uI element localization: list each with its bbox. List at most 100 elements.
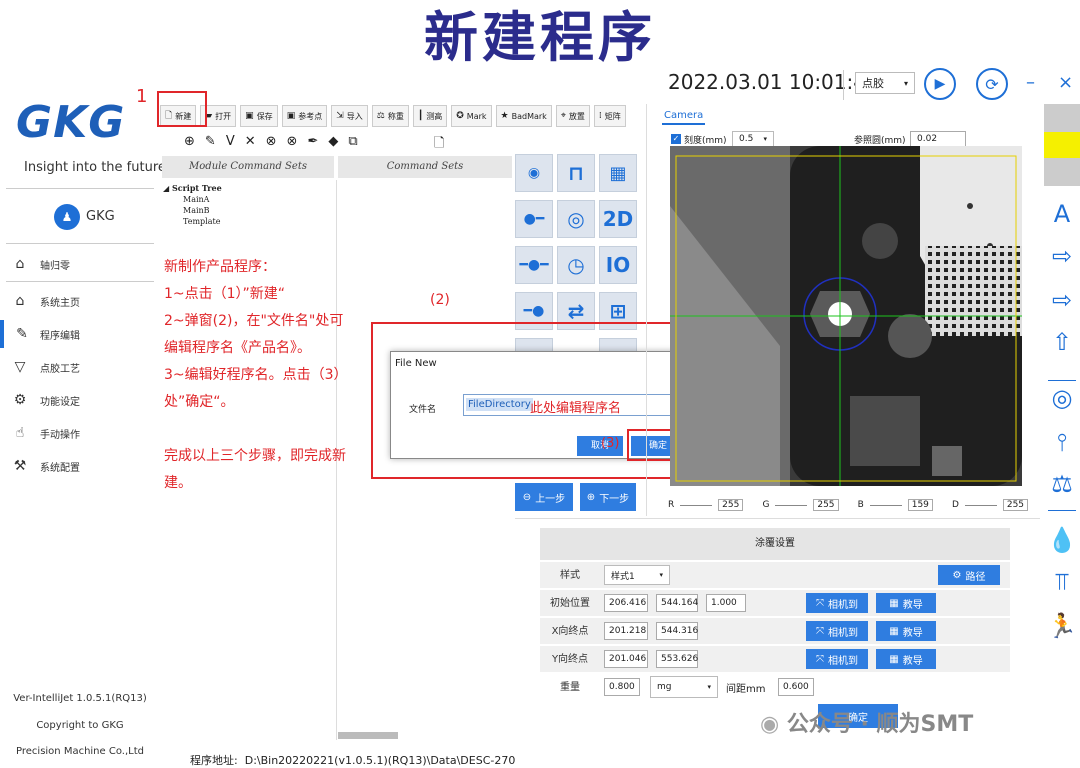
eraser-icon[interactable]: ◆ [328,134,338,149]
r-value[interactable]: 255 [718,499,744,511]
close-button[interactable]: × [1058,72,1073,93]
nav-item-system-home[interactable]: ⌂ 系统主页 [0,287,156,315]
nav-item-program-edit[interactable]: ✎ 程序编辑 [0,320,156,348]
style-select[interactable]: 样式1 ▾ [604,565,670,585]
g-value[interactable]: 255 [813,499,839,511]
prev-step-label: 上一步 [535,493,566,505]
nozzle-icon[interactable]: ⫯ [1044,428,1080,456]
teach-button[interactable]: ▦ 教导 [876,593,936,613]
mode-select[interactable]: 点胶 ▾ [855,72,915,94]
style-row: 样式 样式1 ▾ ⚙ 路径 [540,562,1010,589]
cross-icon[interactable]: ✕ [245,134,256,149]
x-end-x-value[interactable]: 201.218 [604,622,648,640]
document-icon[interactable]: 🗋 [434,134,444,156]
path-button[interactable]: ⚙ 路径 [938,565,1000,585]
text-icon[interactable]: A [1044,200,1080,228]
tree-item-mainb[interactable]: MainB [163,205,222,216]
tree-item-maina[interactable]: MainA [163,194,222,205]
minimize-button[interactable]: – [1026,72,1035,93]
nav-item-axis-home[interactable]: ⌂ 轴归零 [0,250,156,278]
b-slider[interactable] [869,504,902,506]
program-path: 程序地址: D:\Bin20220221(v1.0.5.1)(RQ13)\Dat… [190,752,515,768]
gap-value[interactable]: 0.600 [778,678,814,696]
x-end-y-value[interactable]: 544.316 [656,622,698,640]
add-icon[interactable]: ⊕ [184,134,195,149]
unit-select[interactable]: mg ▾ [650,676,718,698]
line-start-command-button[interactable]: ●━ [515,200,553,238]
teach-button[interactable]: ▦ 教导 [876,621,936,641]
weight-value[interactable]: 0.800 [604,678,640,696]
camera-to-button[interactable]: ⤧ 相机到 [806,649,868,669]
camera-view[interactable] [670,146,1022,486]
start-y-value[interactable]: 544.164 [656,594,698,612]
y-end-x-value[interactable]: 201.046 [604,650,648,668]
next-step-button[interactable]: ⊕ 下一步 [580,483,636,511]
arrow-right-icon[interactable]: ⇨ [1044,242,1080,270]
filename-value: FileDirectory [466,398,533,411]
io-command-button[interactable]: IO [599,246,637,284]
import-button[interactable]: ⇲ 导入 [331,105,368,127]
line-mid-command-button[interactable]: ━●━ [515,246,553,284]
play-button[interactable]: ▶ [924,68,956,100]
runner-icon[interactable]: 🏃 [1044,612,1080,640]
r-slider[interactable] [680,504,713,506]
home-icon: ⌂ [15,256,25,272]
y-end-y-value[interactable]: 553.626 [656,650,698,668]
weigh-button[interactable]: ⚖ 称重 [371,105,409,127]
arrow-up-icon[interactable]: ⇧ [1044,328,1080,356]
nav-item-function-settings[interactable]: ⚙ 功能设定 [0,386,156,414]
badmark-label: BadMark [511,111,547,121]
annotation-line: 1~点击（1）”新建“ [164,286,286,302]
line-command-button[interactable]: ⊓ [557,154,595,192]
tree-item-template[interactable]: Template [163,216,222,227]
place-button[interactable]: ⌖ 放置 [555,105,590,127]
pen-icon[interactable]: ✒ [307,134,318,149]
scrollbar[interactable] [338,732,398,739]
camera-to-button[interactable]: ⤧ 相机到 [806,621,868,641]
scale-select[interactable]: 0.5 ▾ [732,131,774,147]
start-z-value[interactable]: 1.000 [706,594,746,612]
prev-step-button[interactable]: ⊖ 上一步 [515,483,573,511]
play-icon: ▶ [934,76,946,92]
edit-icon[interactable]: ✎ [205,134,216,149]
target-icon[interactable]: ◎ [1044,384,1080,412]
dispense-icon[interactable]: ⫪ [1044,568,1080,596]
g-slider[interactable] [775,504,808,506]
camera-to-button[interactable]: ⤧ 相机到 [806,593,868,613]
reference-point-button[interactable]: ▣ 参考点 [281,105,328,127]
status-indicator [1044,104,1080,132]
matrix-button[interactable]: ⁞ 矩阵 [593,105,626,127]
b-value[interactable]: 159 [907,499,933,511]
start-x-value[interactable]: 206.416 [604,594,648,612]
copy-icon[interactable]: ⧉ [348,134,357,149]
nav-item-manual-operation[interactable]: ☝ 手动操作 [0,419,156,447]
nav-item-dispense-process[interactable]: ▽ 点胶工艺 [0,353,156,381]
mark-button[interactable]: ✪ Mark [451,105,492,127]
d-value[interactable]: 255 [1002,499,1029,511]
badmark-button[interactable]: ★ BadMark [495,105,552,127]
place-icon: ⌖ [560,111,566,121]
d-slider[interactable] [964,504,997,506]
timer-command-button[interactable]: ◷ [557,246,595,284]
2d-code-command-button[interactable]: 2D [599,200,637,238]
path-label: 路径 [965,571,986,583]
reset-button[interactable]: ⟳ [976,68,1008,100]
move-down-icon[interactable]: ⊗ [287,134,298,149]
height-measure-button[interactable]: ┃ 测高 [412,105,448,127]
move-up-icon[interactable]: ⊗ [266,134,277,149]
tree-root[interactable]: ◢ Script Tree [163,183,222,194]
circle-command-button[interactable]: ◎ [557,200,595,238]
arrow-right-outline-icon[interactable]: ⇨ [1044,286,1080,314]
balance-icon[interactable]: ⚖ [1044,470,1080,498]
save-button[interactable]: ▣ 保存 [240,105,278,127]
check-icon[interactable]: V [226,134,235,149]
scale-checkbox[interactable]: ✓ [671,134,681,144]
teach-label: 教导 [902,599,923,611]
tab-camera[interactable]: Camera [662,110,706,125]
nav-item-system-config[interactable]: ⚒ 系统配置 [0,452,156,480]
qr-command-button[interactable]: ▦ [599,154,637,192]
droplet-icon[interactable]: 💧 [1044,526,1080,554]
teach-button[interactable]: ▦ 教导 [876,649,936,669]
point-command-button[interactable]: ◉ [515,154,553,192]
ref-circle-input[interactable]: 0.02 [910,131,966,147]
